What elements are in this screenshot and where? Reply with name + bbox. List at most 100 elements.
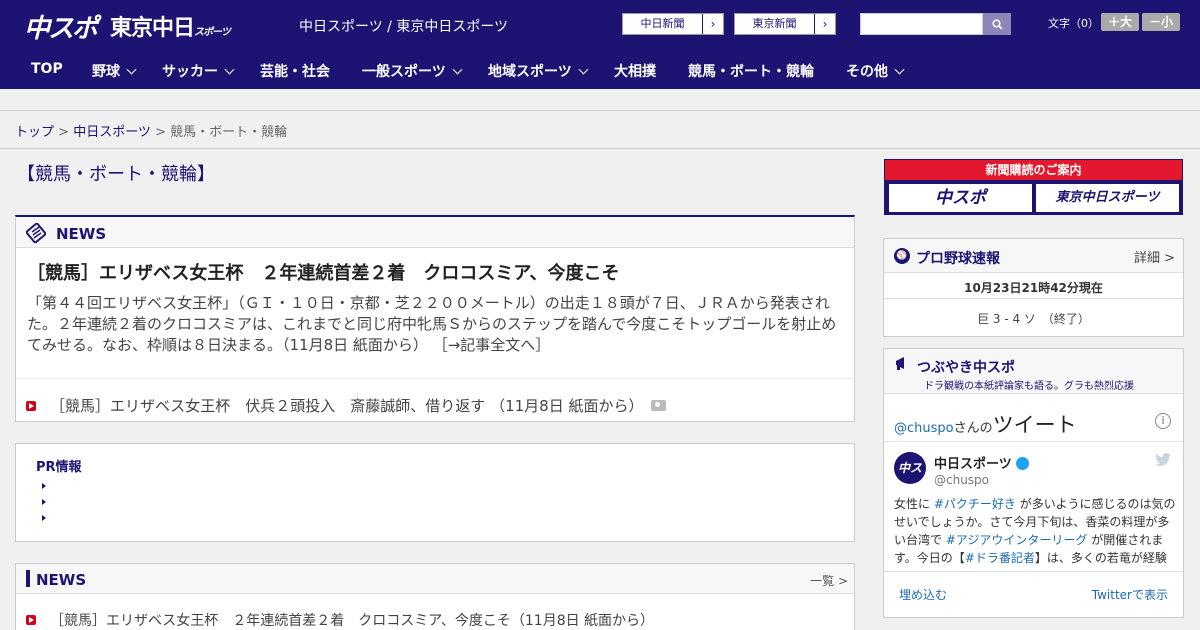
tweet-text-segment: 女性に <box>894 497 934 511</box>
breadcrumb-top-link[interactable]: トップ <box>15 125 54 140</box>
tokyo-logo-small: スポーツ <box>194 27 231 38</box>
search-icon <box>991 18 1003 30</box>
hashtag-link[interactable]: #アジアウインターリーグ <box>946 533 1088 547</box>
chevron-down-icon <box>894 64 905 75</box>
subscription-banner[interactable]: 新聞購読のご案内 中スポ 東京中日スポーツ <box>884 159 1183 215</box>
megaphone-icon <box>896 357 904 370</box>
chevron-down-icon <box>224 64 235 75</box>
nav-label: 野球 <box>92 64 120 80</box>
nav-label: 芸能・社会 <box>260 64 330 80</box>
nav-item-general-sports[interactable]: 一般スポーツ <box>362 61 463 81</box>
baseball-score[interactable]: 巨 3 - 4 ソ （終了） <box>884 310 1183 327</box>
news-header: NEWS <box>16 217 854 248</box>
avatar[interactable]: 中スポ <box>894 452 926 507</box>
account-handle[interactable]: @chuspo <box>934 473 989 487</box>
tokyo-chunichi-subscribe-logo[interactable]: 東京中日スポーツ <box>1036 184 1179 212</box>
sub-news-item[interactable]: ［競馬］エリザベス女王杯 伏兵２頭投入 斎藤誠師、借り返す （11月8日 紙面か… <box>26 395 667 416</box>
camera-icon <box>651 400 667 411</box>
embed-link[interactable]: 埋め込む <box>899 586 947 603</box>
tweet-text-segment: 】は、多くの若竜が経験 <box>1034 551 1167 565</box>
tweet-text: 女性に #パクチー好き が多いように感じるのは気のせいでしょうか。さて今月下旬は… <box>894 495 1176 567</box>
divider <box>16 378 854 379</box>
news-list-heading: NEWS <box>36 571 87 589</box>
tokyo-logo-main: 東京中日 <box>110 16 195 41</box>
breadcrumb-current: 競馬・ボート・競輪 <box>170 125 288 140</box>
nav-label: 大相撲 <box>614 64 656 80</box>
twitter-bird-icon[interactable] <box>1155 453 1171 466</box>
divider <box>884 441 1183 442</box>
text-size-up-button[interactable]: ＋大 <box>1101 13 1139 31</box>
twitter-heading: つぶやき中スポ <box>917 360 1015 376</box>
text-size-label: 文字（0） <box>1048 17 1099 30</box>
baseball-scores-card: ⚾ プロ野球速報 詳細 > 10月23日21時42分現在 巨 3 - 4 ソ （… <box>883 238 1184 337</box>
breadcrumb: トップ > 中日スポーツ > 競馬・ボート・競輪 <box>15 121 287 140</box>
list-item[interactable]: ［競馬］エリザベス女王杯 ２年連続首差２着 クロコスミア、今度こそ（11月8日 … <box>26 610 654 630</box>
nav-item-local-sports[interactable]: 地域スポーツ <box>488 61 589 81</box>
nav-item-baseball[interactable]: 野球 <box>92 61 137 81</box>
verified-icon <box>1015 457 1029 470</box>
nav-item-keiba[interactable]: 競馬・ボート・競輪 <box>688 61 814 81</box>
chevron-right-icon: › <box>822 17 828 31</box>
play-icon <box>26 400 36 411</box>
chevron-down-icon <box>452 64 463 75</box>
chunichi-shimbun-button[interactable]: 中日新聞 › <box>622 13 724 35</box>
pr-section: PR情報 <box>15 443 855 542</box>
nav-item-top[interactable]: TOP <box>31 61 63 77</box>
read-more-link[interactable]: ［→記事全文へ］ <box>433 336 551 354</box>
info-icon[interactable]: i <box>1155 413 1171 429</box>
nav-item-entertainment[interactable]: 芸能・社会 <box>260 61 330 81</box>
chuspo-logo[interactable]: 中スポ <box>24 8 98 44</box>
news-section: NEWS ［競馬］エリザベス女王杯 ２年連続首差２着 クロコスミア、今度こそ 「… <box>15 215 855 422</box>
baseball-updated-time: 10月23日21時42分現在 <box>964 281 1103 295</box>
view-on-twitter-link[interactable]: Twitterで表示 <box>1092 586 1168 603</box>
baseball-detail-link[interactable]: 詳細 > <box>1134 247 1175 266</box>
text-size-down-button[interactable]: －小 <box>1142 13 1180 31</box>
nav-label: その他 <box>846 64 888 80</box>
news-heading: NEWS <box>56 225 107 243</box>
nav-item-other[interactable]: その他 <box>846 61 905 81</box>
news-list-section: NEWS 一覧 > ［競馬］エリザベス女王杯 ２年連続首差２着 クロコスミア、今… <box>15 563 855 630</box>
search-input[interactable] <box>860 13 983 35</box>
nav-item-soccer[interactable]: サッカー <box>162 61 235 81</box>
hashtag-link[interactable]: #ドラ番記者 <box>965 551 1035 565</box>
breadcrumb-chunichi-link[interactable]: 中日スポーツ <box>73 125 151 140</box>
main-article-summary: 「第４４回エリザベス女王杯」（ＧＩ・１０日・京都・芝２２００メートル）の出走１８… <box>27 293 845 356</box>
nav-label: 一般スポーツ <box>362 64 446 80</box>
baseball-header: ⚾ プロ野球速報 詳細 > <box>884 239 1183 273</box>
nav-label: サッカー <box>162 64 218 80</box>
article-body-text: 「第４４回エリザベス女王杯」（ＧＩ・１０日・京都・芝２２００メートル）の出走１８… <box>27 294 837 354</box>
main-nav: TOP 野球 サッカー 芸能・社会 一般スポーツ 地域スポーツ 大相撲 競馬・ボ… <box>0 48 1200 89</box>
divider <box>884 298 1183 299</box>
arrow-right-icon <box>42 499 46 505</box>
account-name-text: 中日スポーツ <box>934 457 1012 472</box>
main-headline-link[interactable]: ［競馬］エリザベス女王杯 ２年連続首差２着 クロコスミア、今度こそ <box>27 259 620 285</box>
breadcrumb-separator: > <box>54 125 74 140</box>
sub-news-title: ［競馬］エリザベス女王杯 伏兵２頭投入 斎藤誠師、借り返す （11月8日 紙面か… <box>50 397 644 415</box>
arrow-right-icon <box>42 483 46 489</box>
twitter-header: つぶやき中スポ ドラ観戦の本紙評論家も語る。グラも熱烈応援 <box>884 349 1183 394</box>
arrow-right-icon <box>42 515 46 521</box>
chevron-down-icon <box>578 64 589 75</box>
nav-label: 競馬・ボート・競輪 <box>688 64 814 80</box>
twitter-subheading: ドラ観戦の本紙評論家も語る。グラも熱烈応援 <box>924 381 1134 392</box>
tokyo-shimbun-button[interactable]: 東京新聞 › <box>734 13 836 35</box>
account-name[interactable]: 中日スポーツ <box>934 453 1029 472</box>
baseball-heading: プロ野球速報 <box>916 251 1000 267</box>
divider <box>0 148 1200 149</box>
nav-item-sumo[interactable]: 大相撲 <box>614 61 656 81</box>
news-list-more-link[interactable]: 一覧 > <box>810 572 848 589</box>
divider <box>0 110 1200 111</box>
divider <box>884 571 1183 572</box>
pr-heading: PR情報 <box>36 460 82 475</box>
twitter-user-link[interactable]: @chuspo <box>894 421 954 436</box>
nav-label: TOP <box>31 61 63 77</box>
tokyo-chunichi-logo[interactable]: 東京中日スポーツ <box>110 10 231 42</box>
news-icon <box>26 223 46 243</box>
chuspo-subscribe-logo[interactable]: 中スポ <box>889 184 1032 212</box>
search-button[interactable] <box>983 13 1011 35</box>
hashtag-link[interactable]: #パクチー好き <box>934 497 1016 511</box>
news-list-header: NEWS 一覧 > <box>16 564 854 594</box>
breadcrumb-separator: > <box>150 125 171 140</box>
twitter-timeline-title: @chuspoさんのツイート <box>894 409 1077 439</box>
tokyo-shimbun-label: 東京新聞 <box>735 14 815 34</box>
